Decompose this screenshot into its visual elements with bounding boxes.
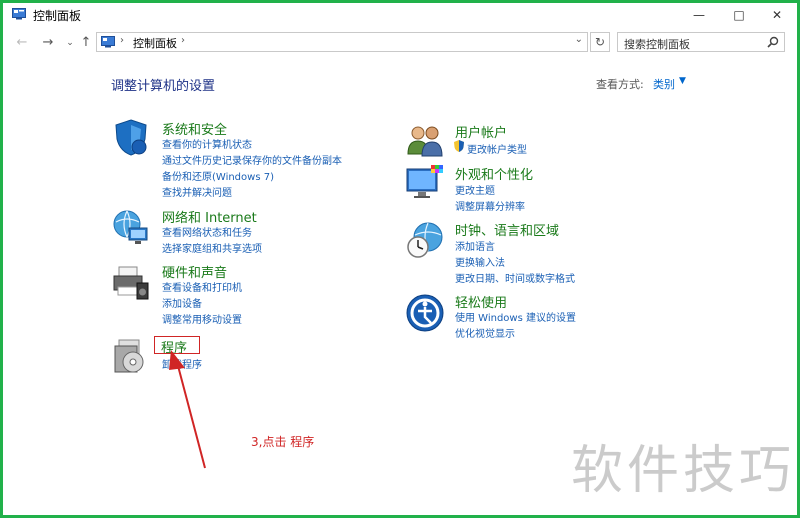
maximize-button[interactable]: □ <box>721 3 757 27</box>
back-arrow-icon[interactable]: ← <box>13 33 31 53</box>
address-dropdown-icon[interactable]: ⌄ <box>575 34 583 45</box>
breadcrumb-chevron-icon[interactable]: › <box>120 35 124 46</box>
link-troubleshoot[interactable]: 查找并解决问题 <box>162 184 232 199</box>
view-by-label: 查看方式: <box>596 78 644 91</box>
window-frame: 控制面板 — □ ✕ ← → ⌄ ↑ › 控制面板 › ⌄ ↻ 搜索控制面板 调… <box>0 0 800 518</box>
category-appearance[interactable]: 外观和个性化 <box>455 164 533 183</box>
minimize-button[interactable]: — <box>681 3 717 27</box>
close-button[interactable]: ✕ <box>759 3 795 27</box>
link-view-computer-status[interactable]: 查看你的计算机状态 <box>162 136 252 151</box>
appearance-monitor-icon[interactable] <box>405 163 445 203</box>
category-clock-language-region[interactable]: 时钟、语言和区域 <box>455 220 559 239</box>
address-bar[interactable]: › 控制面板 › ⌄ <box>96 32 588 52</box>
user-accounts-icon[interactable] <box>405 121 445 161</box>
search-box[interactable]: 搜索控制面板 <box>617 32 785 52</box>
link-devices-printers[interactable]: 查看设备和打印机 <box>162 279 242 294</box>
link-homegroup[interactable]: 选择家庭组和共享选项 <box>162 240 262 255</box>
breadcrumb-control-panel[interactable]: 控制面板 <box>133 35 177 51</box>
watermark: 软件技巧 <box>571 441 796 501</box>
page-heading: 调整计算机的设置 <box>111 79 216 94</box>
link-file-history[interactable]: 通过文件历史记录保存你的文件备份副本 <box>162 152 342 167</box>
annotation-arrow <box>169 350 206 469</box>
annotation-text: 3,点击 程序 <box>251 435 315 449</box>
link-change-account-type[interactable]: 更改帐户类型 <box>467 141 527 156</box>
link-network-status[interactable]: 查看网络状态和任务 <box>162 224 252 239</box>
control-panel-icon <box>12 8 26 20</box>
link-add-language[interactable]: 添加语言 <box>455 238 495 253</box>
shield-icon[interactable] <box>111 117 151 157</box>
search-icon[interactable] <box>767 36 779 48</box>
printer-icon[interactable] <box>111 263 151 303</box>
refresh-icon[interactable]: ↻ <box>590 32 610 52</box>
dropdown-triangle-icon[interactable]: ▼ <box>679 76 686 86</box>
network-globe-icon[interactable] <box>111 208 151 248</box>
breadcrumb-chevron-icon[interactable]: › <box>181 35 185 46</box>
up-arrow-icon[interactable]: ↑ <box>77 33 95 53</box>
link-change-theme[interactable]: 更改主题 <box>455 182 495 197</box>
link-mobility-settings[interactable]: 调整常用移动设置 <box>162 311 242 326</box>
title-bar: 控制面板 — □ ✕ <box>3 3 797 27</box>
navigation-bar: ← → ⌄ ↑ › 控制面板 › ⌄ ↻ 搜索控制面板 <box>3 29 797 57</box>
link-date-time-format[interactable]: 更改日期、时间或数字格式 <box>455 270 575 285</box>
link-recommended-settings[interactable]: 使用 Windows 建议的设置 <box>455 309 576 324</box>
search-input[interactable]: 搜索控制面板 <box>624 36 690 52</box>
programs-disc-icon[interactable] <box>111 336 151 376</box>
link-change-input-method[interactable]: 更换输入法 <box>455 254 505 269</box>
link-backup-restore[interactable]: 备份和还原(Windows 7) <box>162 168 274 183</box>
clock-globe-icon[interactable] <box>405 220 445 260</box>
link-add-device[interactable]: 添加设备 <box>162 295 202 310</box>
link-optimize-visual-display[interactable]: 优化视觉显示 <box>455 325 515 340</box>
uac-shield-icon <box>454 140 464 152</box>
category-user-accounts[interactable]: 用户帐户 <box>455 122 507 141</box>
ease-of-access-icon[interactable] <box>405 293 445 333</box>
control-panel-icon <box>101 36 115 48</box>
view-by-dropdown[interactable]: 类别 <box>653 76 675 92</box>
forward-arrow-icon[interactable]: → <box>39 33 57 53</box>
window-title: 控制面板 <box>33 9 82 23</box>
link-screen-resolution[interactable]: 调整屏幕分辨率 <box>455 198 525 213</box>
